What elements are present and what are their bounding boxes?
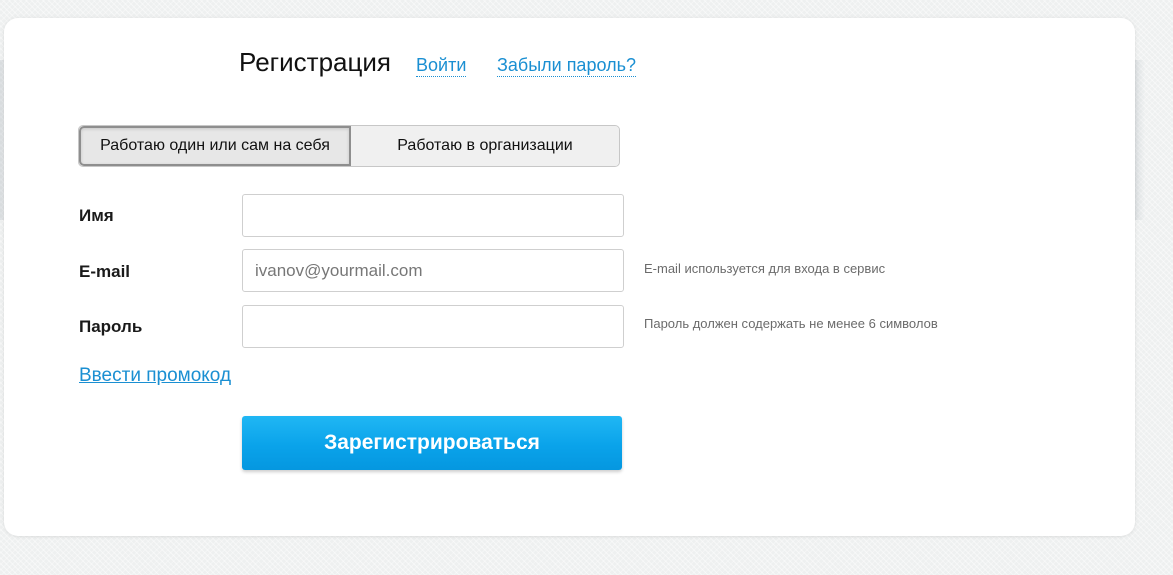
email-hint: E-mail используется для входа в сервис (644, 261, 886, 276)
name-label: Имя (79, 206, 114, 225)
name-input[interactable] (242, 194, 624, 237)
password-input[interactable] (242, 305, 624, 348)
password-hint: Пароль должен содержать не менее 6 симво… (644, 316, 938, 331)
promo-code-link[interactable]: Ввести промокод (79, 365, 231, 387)
login-link[interactable]: Войти (416, 54, 467, 77)
account-type-toggle: Работаю один или сам на себя Работаю в о… (78, 125, 620, 167)
forgot-password-link[interactable]: Забыли пароль? (497, 54, 636, 77)
email-input[interactable] (242, 249, 624, 292)
page-title: Регистрация (239, 47, 391, 77)
account-type-organization[interactable]: Работаю в организации (351, 126, 619, 166)
card-right-shadow (1135, 60, 1145, 220)
register-button[interactable]: Зарегистрироваться (242, 416, 622, 470)
password-label: Пароль (79, 317, 143, 336)
email-label: E-mail (79, 262, 131, 281)
account-type-individual[interactable]: Работаю один или сам на себя (79, 126, 351, 166)
